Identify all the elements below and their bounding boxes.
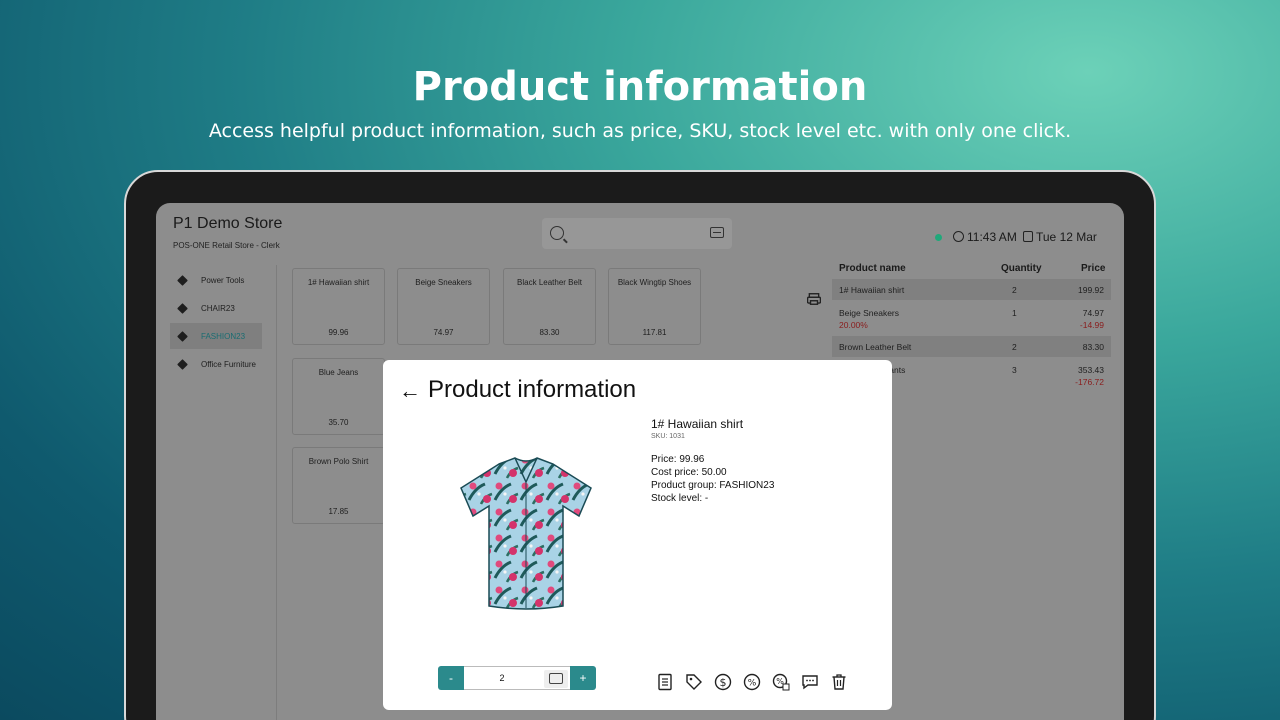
cart-item-name: Beige Sneakers 20.00% (839, 308, 900, 330)
product-price: 83.30 (539, 328, 560, 337)
store-subtitle: POS-ONE Retail Store - Clerk (173, 241, 280, 250)
comment-icon[interactable] (800, 672, 820, 692)
svg-text:%: % (748, 679, 757, 689)
sidebar-item-office-furniture[interactable]: Office Furniture (170, 351, 262, 377)
sidebar-divider (276, 265, 277, 720)
product-stock-level: Stock level: - (651, 493, 709, 504)
product-action-toolbar: $ % % (655, 672, 849, 692)
product-name: Black Wingtip Shoes (617, 278, 692, 287)
decrement-button[interactable]: - (438, 666, 464, 690)
printer-icon[interactable] (807, 292, 821, 306)
store-name: P1 Demo Store (173, 215, 283, 232)
keyboard-icon (549, 673, 563, 684)
product-name: Black Leather Belt (517, 278, 582, 287)
category-icon (177, 358, 188, 370)
hero-title: Product information (412, 64, 868, 110)
product-cost-price: Cost price: 50.00 (651, 467, 727, 478)
cart-item-name: Brown Leather Belt (839, 342, 912, 352)
modal-title: Product information (428, 376, 637, 403)
quantity-stepper: - 2 + (438, 666, 596, 690)
clock-icon (953, 231, 964, 242)
product-tile[interactable]: 1# Hawaiian shirt 99.96 (292, 268, 385, 345)
percent-remove-icon[interactable]: % (771, 672, 791, 692)
cart-row[interactable]: 1# Hawaiian shirt 2 199.92 (832, 279, 1111, 300)
cart-item-price: 199.92 (1078, 285, 1104, 295)
online-status-dot (935, 234, 942, 241)
cart-item-price: 74.97 -14.99 (1079, 308, 1104, 330)
cart-row[interactable]: Brown Leather Belt 2 83.30 (832, 336, 1111, 357)
product-image (460, 457, 592, 610)
product-tile[interactable]: Black Wingtip Shoes 117.81 (608, 268, 701, 345)
back-arrow-icon[interactable]: ← (399, 380, 421, 402)
product-sku: SKU: 1031 (651, 433, 685, 440)
product-price: 35.70 (328, 418, 349, 427)
trash-icon[interactable] (829, 672, 849, 692)
sidebar-item-power-tools[interactable]: Power Tools (170, 267, 262, 293)
cart-header-price: Price (1081, 263, 1106, 274)
current-date: Tue 12 Mar (1036, 230, 1097, 244)
keyboard-icon[interactable] (710, 227, 724, 238)
cart-header-quantity: Quantity (1001, 263, 1042, 274)
price-tag-icon[interactable] (684, 672, 704, 692)
increment-button[interactable]: + (570, 666, 596, 690)
cart-item-price: 353.43 -176.72 (1075, 365, 1104, 387)
sidebar-item-label: CHAIR23 (201, 303, 235, 313)
cart-header-name: Product name (839, 263, 906, 274)
product-group: Product group: FASHION23 (651, 480, 775, 491)
cart-item-price: 83.30 (1082, 342, 1104, 352)
product-tile[interactable]: Brown Polo Shirt 17.85 (292, 447, 385, 524)
search-box[interactable] (542, 218, 732, 249)
product-name: 1# Hawaiian shirt (307, 278, 370, 287)
product-name: Brown Polo Shirt (308, 457, 369, 466)
product-price: 117.81 (642, 328, 667, 337)
product-price-detail: Price: 99.96 (651, 454, 705, 465)
cart-item-qty: 3 (1012, 365, 1017, 375)
cart-item-discount: -176.72 (1075, 377, 1104, 387)
category-icon (177, 330, 188, 342)
clock-time: 11:43 AM (967, 230, 1017, 244)
cart-item-discount: -14.99 (1079, 320, 1104, 330)
product-tile[interactable]: Beige Sneakers 74.97 (397, 268, 490, 345)
cart-item-name: 1# Hawaiian shirt (839, 285, 905, 295)
product-price: 99.96 (328, 328, 349, 337)
quantity-input[interactable]: 2 (464, 666, 570, 690)
receipt-icon[interactable] (655, 672, 675, 692)
cart-item-qty: 2 (1012, 285, 1017, 295)
cart-item-qty: 2 (1012, 342, 1017, 352)
category-icon (177, 302, 188, 314)
search-icon (550, 226, 564, 240)
product-name: Beige Sneakers (415, 278, 472, 287)
product-name: Blue Jeans (318, 368, 359, 377)
product-tile[interactable]: Blue Jeans 35.70 (292, 358, 385, 435)
dollar-icon[interactable]: $ (713, 672, 733, 692)
cart-item-discount-pct: 20.00% (839, 320, 868, 330)
product-tile[interactable]: Black Leather Belt 83.30 (503, 268, 596, 345)
calendar-icon (1023, 231, 1033, 242)
product-detail-name: 1# Hawaiian shirt (651, 417, 744, 431)
sidebar-item-label: Office Furniture (201, 359, 256, 369)
sidebar-item-label: FASHION23 (201, 331, 246, 341)
quantity-value: 2 (499, 673, 505, 683)
sidebar-item-chair23[interactable]: CHAIR23 (170, 295, 262, 321)
svg-text:$: $ (720, 676, 727, 689)
product-price: 74.97 (433, 328, 454, 337)
hero-subtitle: Access helpful product information, such… (208, 120, 1072, 142)
sidebar-item-label: Power Tools (201, 275, 245, 285)
percent-icon[interactable]: % (742, 672, 762, 692)
cart-row[interactable]: Beige Sneakers 20.00% 1 74.97 -14.99 (832, 302, 1111, 334)
sidebar-item-fashion23[interactable]: FASHION23 (170, 323, 262, 349)
product-price: 17.85 (328, 507, 349, 516)
category-icon (177, 274, 188, 286)
product-info-modal: ← Product information 1# Hawaiian shirt … (383, 360, 892, 710)
cart-item-qty: 1 (1012, 308, 1017, 318)
